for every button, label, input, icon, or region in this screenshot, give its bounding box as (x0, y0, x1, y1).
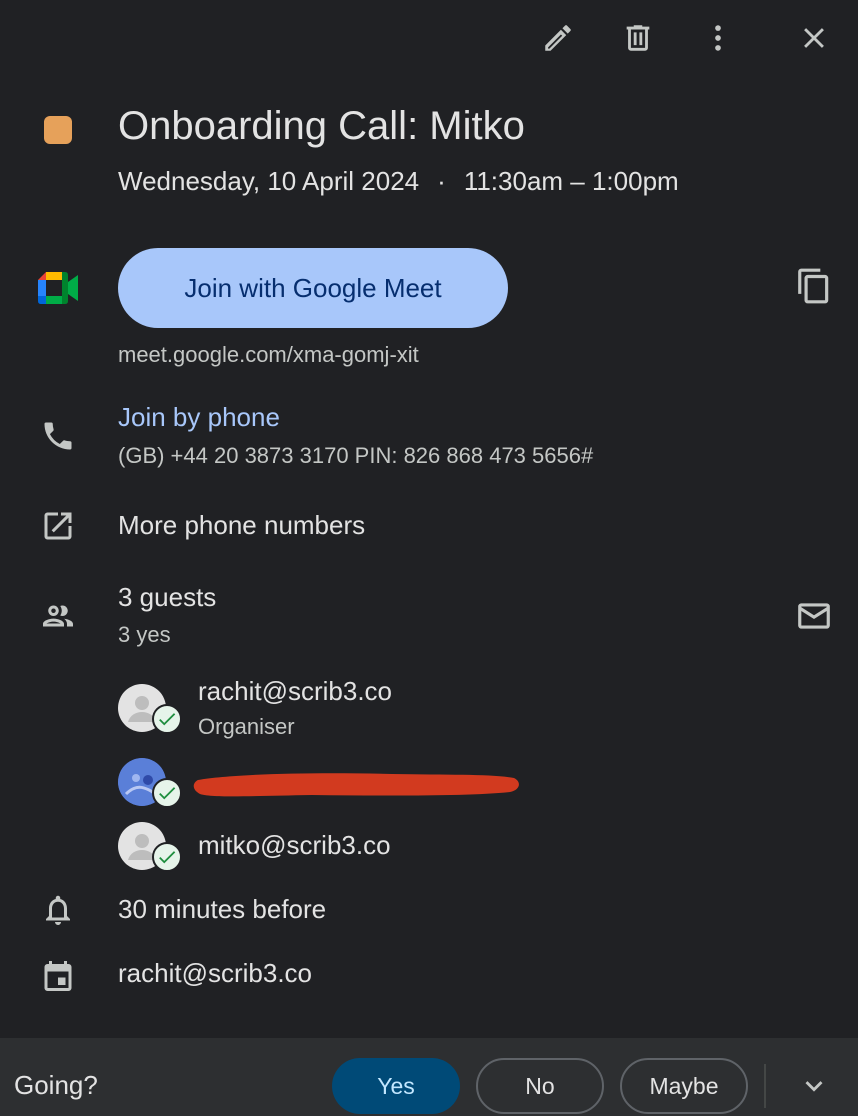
redaction-mark (193, 773, 519, 797)
reminder-label: 30 minutes before (118, 894, 327, 924)
rsvp-maybe-button[interactable]: Maybe (620, 1058, 748, 1114)
calendar-icon (36, 954, 80, 998)
chevron-down-icon (805, 1081, 823, 1092)
accepted-check-icon (152, 778, 182, 808)
accepted-check-icon (152, 704, 182, 734)
more-options-button[interactable] (694, 14, 742, 62)
calendar-owner: rachit@scrib3.co (118, 958, 313, 988)
datetime-separator: · (437, 166, 446, 196)
bell-icon (36, 888, 80, 932)
divider (764, 1064, 766, 1108)
more-vert-icon (715, 25, 721, 51)
more-phone-numbers-link[interactable]: More phone numbers (118, 510, 365, 541)
phone-dial-in-detail: (GB) +44 20 3873 3170 PIN: 826 868 473 5… (118, 443, 594, 468)
google-meet-icon (36, 266, 80, 310)
open-in-new-icon (36, 504, 80, 548)
event-color-swatch (44, 116, 72, 144)
event-datetime: Wednesday, 10 April 2024 · 11:30am – 1:00p… (118, 166, 679, 197)
event-title: Onboarding Call: Mitko (118, 104, 525, 148)
copy-icon (798, 268, 829, 304)
rsvp-yes-button[interactable]: Yes (332, 1058, 460, 1114)
delete-icon (626, 25, 650, 51)
copy-meet-link-button[interactable] (790, 262, 838, 310)
rsvp-prompt: Going? (14, 1070, 98, 1100)
edit-icon (545, 25, 571, 51)
close-icon (804, 28, 824, 48)
guest-role: Organiser (198, 714, 295, 739)
guest-email: rachit@scrib3.co (198, 676, 393, 706)
close-button[interactable] (790, 14, 838, 62)
delete-button[interactable] (614, 14, 662, 62)
rsvp-options-button[interactable] (790, 1062, 838, 1110)
join-by-phone-link[interactable]: Join by phone (118, 402, 280, 433)
event-time: 11:30am – 1:00pm (463, 166, 679, 196)
guest-response-summary: 3 yes (118, 622, 171, 647)
mail-icon (798, 603, 830, 629)
guest-email: mitko@scrib3.co (198, 830, 391, 860)
meet-url: meet.google.com/xma-gomj-xit (118, 342, 419, 367)
phone-icon (36, 414, 80, 458)
accepted-check-icon (152, 842, 182, 872)
join-google-meet-button[interactable]: Join with Google Meet (118, 248, 508, 328)
rsvp-no-button[interactable]: No (476, 1058, 604, 1114)
email-guests-button[interactable] (790, 592, 838, 640)
event-date: Wednesday, 10 April 2024 (118, 166, 420, 196)
people-icon (36, 594, 80, 638)
edit-button[interactable] (534, 14, 582, 62)
guest-count: 3 guests (118, 582, 217, 612)
